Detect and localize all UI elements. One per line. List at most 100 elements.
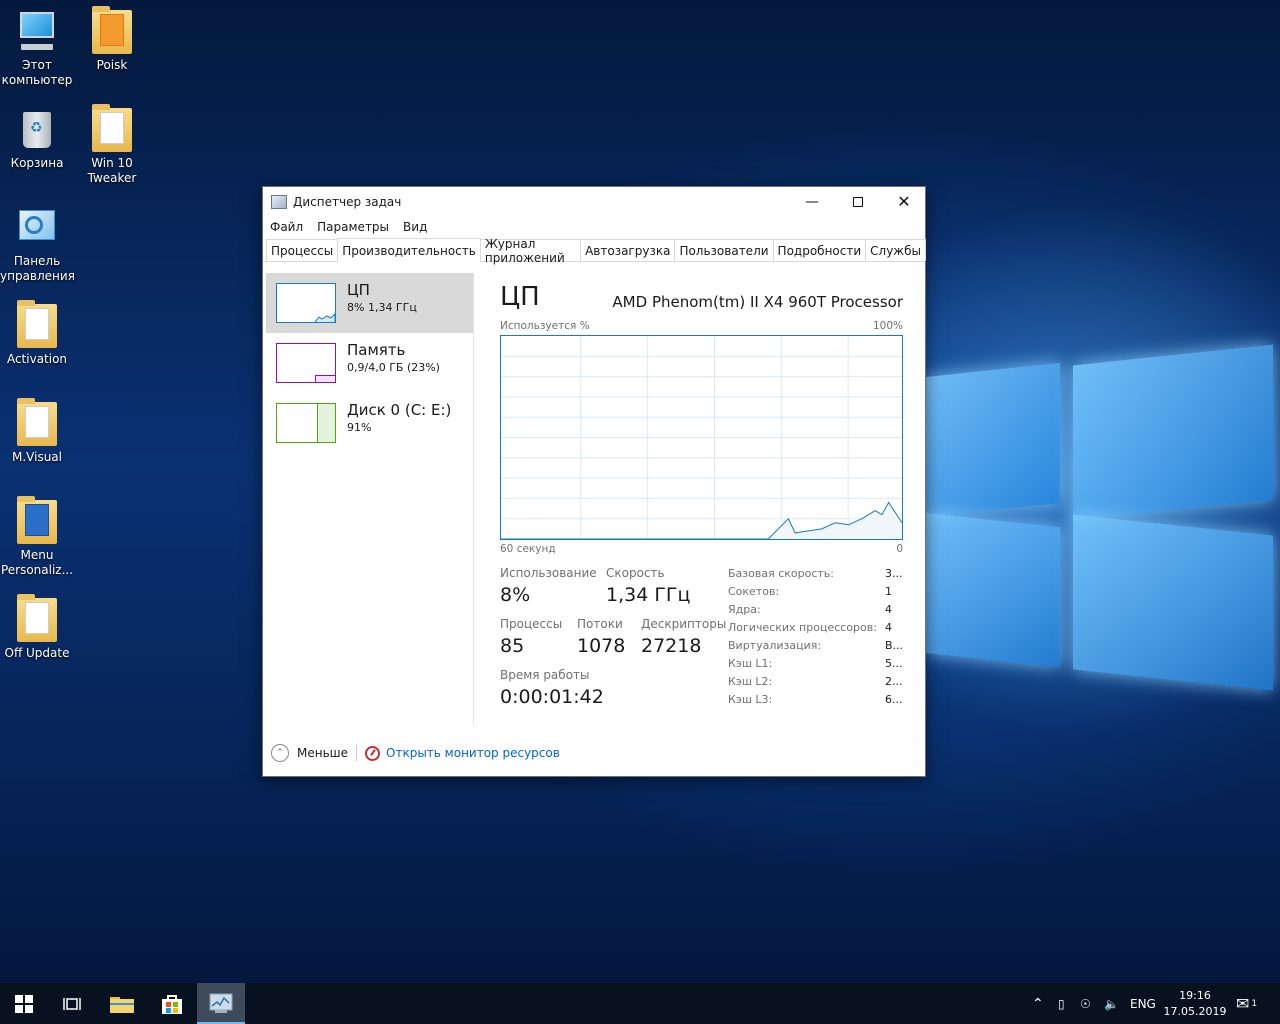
detail-key: Виртуализация: (728, 639, 822, 652)
desktop-icon-activation[interactable]: Activation (0, 296, 74, 367)
memory-thumbnail-graph (276, 343, 336, 383)
task-manager-taskbar-button[interactable] (197, 983, 245, 1024)
folder-icon (17, 594, 57, 642)
menu-options[interactable]: Параметры (317, 220, 389, 234)
open-resource-monitor-link[interactable]: Открыть монитор ресурсов (386, 746, 560, 760)
threads-label: Потоки (577, 617, 623, 631)
tab-details[interactable]: Подробности (772, 239, 867, 261)
clock-date: 17.05.2019 (1163, 1004, 1227, 1018)
detail-key: Кэш L3: (728, 693, 773, 706)
chevron-up-icon[interactable]: ⌃ (271, 744, 289, 762)
detail-value: 3... (885, 567, 903, 580)
close-icon: ✕ (897, 192, 911, 211)
desktop-icon-label: Off Update (4, 646, 70, 660)
resource-name: Память (347, 341, 406, 359)
footer-bar: ⌃ Меньше Открыть монитор ресурсов (263, 737, 925, 769)
desktop-icon-win10-tweaker[interactable]: Win 10 Tweaker (75, 100, 149, 186)
cpu-thumbnail-graph (276, 283, 336, 323)
desktop-icon-off-update[interactable]: Off Update (0, 590, 74, 661)
tab-bar: Процессы Производительность Журнал прило… (263, 237, 926, 265)
usb-tray-icon[interactable]: ▯ (1058, 983, 1065, 1024)
notification-count: 1 (1251, 998, 1258, 1009)
folder-icon (17, 398, 57, 446)
store-bag-icon (162, 994, 182, 1014)
desktop-icon-this-pc[interactable]: Этот компьютер (0, 2, 74, 88)
graph-axis-right: 0 (896, 543, 903, 555)
tab-users[interactable]: Пользователи (674, 239, 774, 261)
cpu-usage-chart (501, 336, 902, 539)
network-tray-icon[interactable]: ☉ (1080, 983, 1091, 1024)
desktop-icon-m-visual[interactable]: M.Visual (0, 394, 74, 465)
task-manager-icon (271, 194, 287, 209)
usage-label: Использование (500, 566, 597, 580)
tab-app-history[interactable]: Журнал приложений (479, 237, 582, 265)
tab-startup[interactable]: Автозагрузка (580, 239, 676, 261)
detail-value: В... (885, 639, 904, 652)
clock[interactable]: 19:16 17.05.2019 (1163, 983, 1227, 1024)
cpu-usage-area (501, 502, 902, 539)
detail-value: 1 (885, 585, 892, 598)
processes-value: 85 (500, 635, 525, 657)
desktop-icon-label: Win 10 Tweaker (87, 156, 137, 185)
desktop-icon-recycle-bin[interactable]: Корзина (0, 100, 74, 171)
folder-icon (110, 996, 134, 1013)
detail-value: 4 (885, 603, 892, 616)
threads-value: 1078 (577, 635, 626, 657)
minimize-button[interactable]: — (789, 187, 835, 216)
windows-logo-wallpaper (925, 330, 1280, 700)
handles-label: Дескрипторы (641, 617, 727, 631)
start-button[interactable] (0, 983, 48, 1024)
action-center-button[interactable]: ✉ 1 (1236, 983, 1257, 1024)
resource-sub: 0,9/4,0 ГБ (23%) (347, 361, 440, 374)
store-button[interactable] (148, 983, 196, 1024)
detail-key: Кэш L1: (728, 657, 773, 670)
window-title: Диспетчер задач (293, 194, 402, 209)
desktop-icon-menu-personalizer[interactable]: Menu Personaliz... (0, 492, 74, 578)
title-bar[interactable]: Диспетчер задач — ✕ (263, 187, 925, 216)
notification-icon: ✉ (1236, 994, 1250, 1013)
graph-axis-left: 60 секунд (500, 543, 556, 555)
desktop-icon-label: Корзина (10, 156, 64, 170)
desktop-icon-label: Poisk (96, 58, 128, 72)
desktop-icon-poisk[interactable]: Poisk (75, 2, 149, 73)
footer-divider (356, 745, 358, 761)
fewer-details-button[interactable]: Меньше (297, 746, 348, 760)
detail-key: Сокетов: (728, 585, 780, 598)
tab-performance[interactable]: Производительность (337, 238, 481, 262)
tab-processes[interactable]: Процессы (266, 239, 339, 261)
file-explorer-button[interactable] (98, 983, 146, 1024)
chevron-up-icon: ⌃ (1032, 995, 1044, 1012)
resource-name: Диск 0 (C: E:) (347, 401, 452, 419)
desktop-icon-label: Menu Personaliz... (0, 548, 74, 577)
task-view-button[interactable] (48, 983, 96, 1024)
detail-key: Логических процессоров: (728, 621, 877, 634)
resource-name: ЦП (347, 281, 370, 299)
resource-monitor-icon (365, 745, 381, 761)
menu-file[interactable]: Файл (270, 220, 303, 234)
resource-item-cpu[interactable]: ЦП 8% 1,34 ГГц (266, 273, 473, 333)
resource-item-memory[interactable]: Память 0,9/4,0 ГБ (23%) (266, 333, 473, 393)
menu-view[interactable]: Вид (403, 220, 427, 234)
desktop-icon-label: Activation (6, 352, 68, 366)
taskbar: ⌃ ▯ ☉ 🔈 ENG 19:16 17.05.2019 ✉ 1 (0, 983, 1280, 1024)
task-manager-window: Диспетчер задач — ✕ Файл Параметры Вид П… (262, 186, 926, 777)
resource-item-disk[interactable]: Диск 0 (C: E:) 91% (266, 393, 473, 453)
folder-icon (92, 104, 132, 152)
network-icon: ☉ (1080, 996, 1091, 1011)
resource-sub: 91% (347, 421, 372, 434)
tab-services[interactable]: Службы (865, 239, 926, 261)
volume-tray-icon[interactable]: 🔈 (1104, 983, 1119, 1024)
usb-icon: ▯ (1058, 996, 1065, 1011)
graph-label-usage: Используется % (500, 320, 590, 332)
computer-icon (17, 10, 57, 54)
detail-value: 5... (885, 657, 903, 670)
task-view-icon (63, 997, 81, 1010)
show-hidden-icons-button[interactable]: ⌃ (1032, 983, 1044, 1024)
desktop-icon-control-panel[interactable]: Панель управления (0, 198, 75, 284)
control-panel-icon (17, 206, 57, 250)
pane-divider[interactable] (473, 273, 474, 725)
maximize-button[interactable] (835, 187, 881, 216)
language-indicator[interactable]: ENG (1130, 983, 1156, 1024)
speed-label: Скорость (606, 566, 665, 580)
close-button[interactable]: ✕ (881, 187, 927, 216)
